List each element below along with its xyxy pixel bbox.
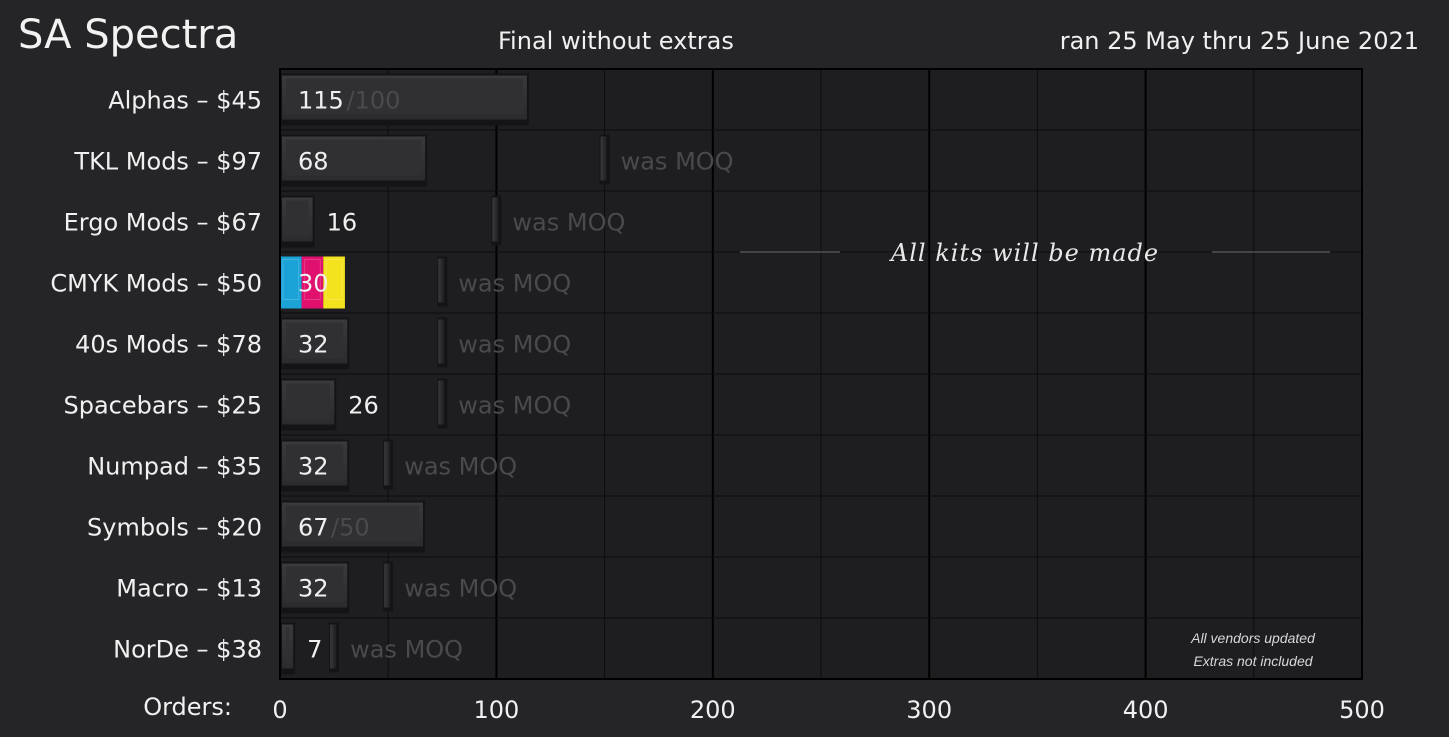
moq-marker-cap: [600, 136, 607, 181]
x-tick-label: 500: [1339, 696, 1385, 724]
bar-value-label: 7: [307, 636, 322, 664]
bar-value-label: 67: [298, 514, 329, 542]
category-label: Symbols – $20: [87, 514, 262, 542]
category-label: Alphas – $45: [108, 87, 262, 115]
category-label: Ergo Mods – $67: [64, 209, 262, 237]
bar-value-label: 32: [298, 331, 329, 359]
category-label: TKL Mods – $97: [73, 148, 262, 176]
moq-marker-cap: [384, 563, 391, 608]
moq-label: was MOQ: [512, 209, 625, 237]
bar-value-label: 115: [298, 87, 344, 115]
bar-cap: [286, 627, 290, 664]
x-tick-label: 400: [1123, 696, 1169, 724]
category-label: CMYK Mods – $50: [50, 270, 262, 298]
moq-marker-cap: [438, 380, 445, 425]
category-label: Spacebars – $25: [63, 392, 262, 420]
x-tick-label: 100: [473, 696, 519, 724]
x-tick-label: 300: [906, 696, 952, 724]
bar-value-label: 16: [327, 209, 358, 237]
moq-label: /100: [347, 87, 401, 115]
bar-chart: All kits will be made All vendors updated…: [50, 68, 1385, 724]
x-tick-label: 200: [690, 696, 736, 724]
category-label: Macro – $13: [116, 575, 262, 603]
note-vendors-updated: All vendors updated: [1190, 630, 1316, 646]
moq-label: was MOQ: [621, 148, 734, 176]
moq-label: /50: [331, 514, 370, 542]
moq-label: was MOQ: [404, 575, 517, 603]
bar-value-label: 32: [298, 575, 329, 603]
note-extras-not-included: Extras not included: [1193, 653, 1313, 669]
x-tick-label: 0: [272, 696, 287, 724]
moq-marker-cap: [438, 258, 445, 303]
category-label: Numpad – $35: [87, 453, 262, 481]
moq-label: was MOQ: [404, 453, 517, 481]
bar-value-label: 26: [348, 392, 379, 420]
moq-label: was MOQ: [458, 331, 571, 359]
bar-cap: [286, 200, 309, 237]
moq-marker-cap: [438, 319, 445, 364]
category-label: NorDe – $38: [113, 636, 262, 664]
bar-value-label: 30: [298, 270, 329, 298]
bar-cap: [286, 383, 331, 420]
bar-value-label: 32: [298, 453, 329, 481]
moq-marker-cap: [384, 441, 391, 486]
moq-label: was MOQ: [458, 270, 571, 298]
category-label: 40s Mods – $78: [75, 331, 262, 359]
annotation-all-kits: All kits will be made: [889, 239, 1159, 267]
x-axis-label: Orders:: [143, 693, 232, 721]
moq-marker-cap: [492, 197, 499, 242]
bar-segment-cap: [325, 259, 343, 300]
bar-segment-cap: [282, 259, 300, 300]
bar-value-label: 68: [298, 148, 329, 176]
moq-marker-cap: [330, 624, 337, 669]
moq-label: was MOQ: [458, 392, 571, 420]
moq-label: was MOQ: [350, 636, 463, 664]
